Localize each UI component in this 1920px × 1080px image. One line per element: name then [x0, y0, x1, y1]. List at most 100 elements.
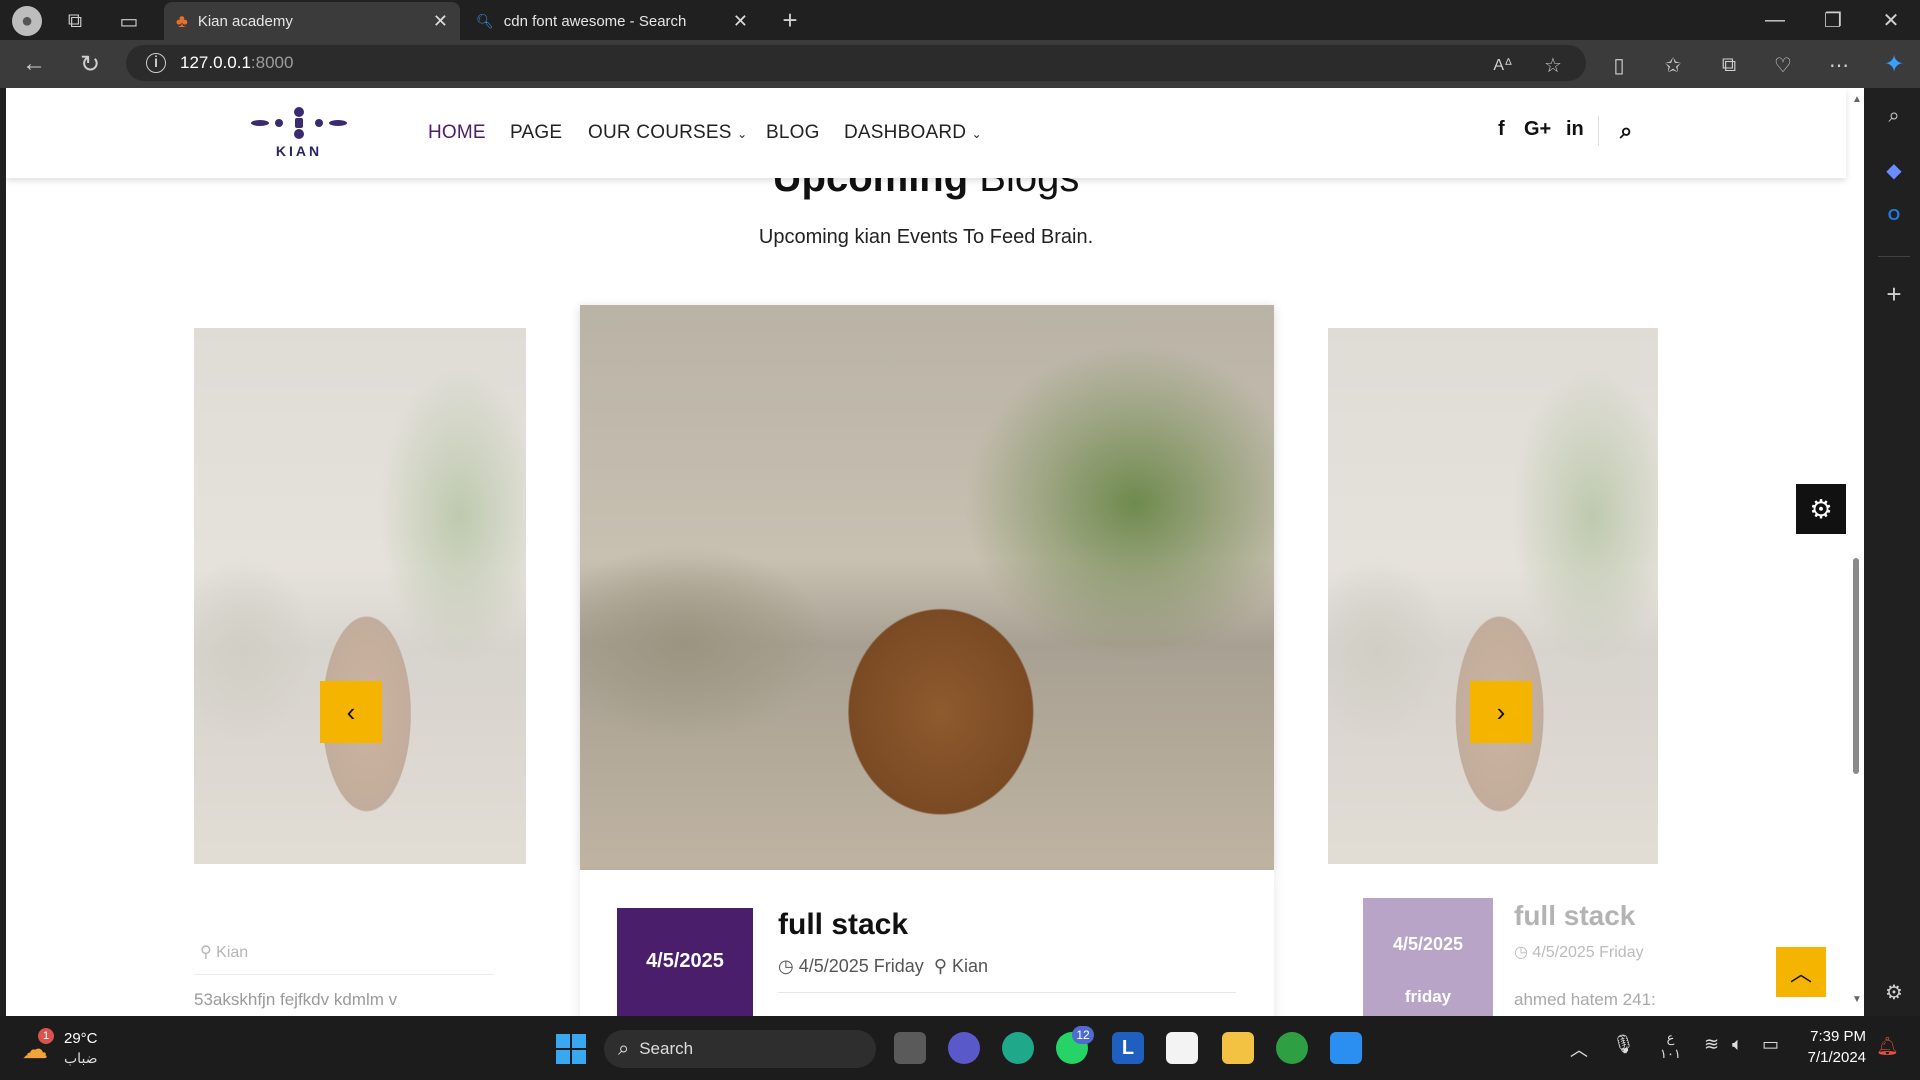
vscode-icon[interactable]: [1330, 1032, 1362, 1064]
language-top: ع: [1666, 1030, 1675, 1045]
center-card-image[interactable]: [580, 305, 1274, 870]
favorite-star-icon[interactable]: ☆: [1540, 52, 1566, 78]
read-aloud-icon[interactable]: Aᐞ: [1490, 52, 1516, 78]
weather-badge: 1: [38, 1028, 54, 1044]
right-card-meta: ◷ 4/5/2025 Friday: [1514, 942, 1644, 962]
google-plus-icon[interactable]: G+: [1524, 118, 1551, 141]
scroll-down-icon[interactable]: ▼: [1852, 994, 1862, 1005]
left-card-location-text: Kian: [216, 944, 249, 961]
close-tab-icon[interactable]: ✕: [433, 11, 448, 32]
site-info-icon[interactable]: i: [146, 53, 166, 73]
store-icon[interactable]: [1166, 1032, 1198, 1064]
battery-icon[interactable]: ▭: [1762, 1034, 1779, 1055]
chevron-down-icon: ⌄: [737, 127, 748, 141]
tray-chevron-up-icon[interactable]: ︿: [1570, 1036, 1588, 1062]
workspaces-icon[interactable]: ⧉: [62, 8, 88, 34]
clock-icon: ◷: [1514, 944, 1528, 961]
left-card-excerpt: 53akskhfjn fejfkdv kdmlm v: [194, 990, 398, 1009]
sidebar-add-icon[interactable]: +: [1880, 279, 1908, 309]
nav-dashboard-label: DASHBOARD: [844, 122, 967, 143]
nav-our-courses[interactable]: OUR COURSES ⌄: [588, 122, 747, 144]
close-tab-icon[interactable]: ✕: [733, 11, 748, 32]
split-screen-icon[interactable]: ▯: [1606, 52, 1632, 78]
tab-actions-icon[interactable]: ▭: [116, 8, 142, 34]
center-card-title[interactable]: full stack: [778, 908, 908, 942]
carousel-next-button[interactable]: ›: [1470, 681, 1532, 743]
language-bottom: ١٠١: [1660, 1046, 1681, 1061]
nav-blog[interactable]: BLOG: [766, 122, 820, 144]
language-indicator[interactable]: ع ١٠١: [1660, 1030, 1681, 1062]
wifi-icon[interactable]: ≋: [1704, 1034, 1719, 1055]
right-card-day: friday: [1404, 987, 1452, 1006]
left-card-location: ⚲ Kian: [200, 944, 249, 961]
volume-icon[interactable]: 🔈︎: [1732, 1034, 1743, 1055]
clock[interactable]: 7:39 PM 7/1/2024: [1800, 1028, 1866, 1066]
blog-photo: [194, 328, 526, 864]
center-card-divider: [778, 992, 1236, 993]
file-explorer-icon[interactable]: [1222, 1032, 1254, 1064]
search-icon: ⌕: [618, 1037, 630, 1060]
browser-essentials-icon[interactable]: ♡: [1770, 52, 1796, 78]
back-to-top-button[interactable]: ︿: [1776, 947, 1826, 997]
kian-logo[interactable]: KIAN: [246, 106, 352, 159]
nav-our-courses-label: OUR COURSES: [588, 122, 732, 143]
task-view-icon[interactable]: [894, 1032, 926, 1064]
meet-chat-icon[interactable]: [948, 1032, 980, 1064]
facebook-icon[interactable]: f: [1498, 118, 1505, 141]
profile-avatar-icon[interactable]: ●: [12, 6, 42, 36]
l-app-icon[interactable]: L: [1112, 1032, 1144, 1064]
clock-time: 7:39 PM: [1810, 1028, 1866, 1045]
copilot-icon[interactable]: ✦: [1878, 48, 1910, 80]
start-button[interactable]: [556, 1034, 586, 1064]
sidebar-settings-icon[interactable]: ⚙: [1880, 978, 1908, 1006]
right-card-title[interactable]: full stack: [1514, 900, 1635, 932]
taskbar-search-label: Search: [639, 1039, 694, 1058]
blog-photo: [1328, 328, 1658, 864]
chevron-down-icon: ⌄: [971, 127, 982, 141]
back-icon[interactable]: ←: [20, 50, 48, 78]
sidebar-search-icon[interactable]: ⌕: [1880, 102, 1908, 130]
close-window-icon[interactable]: ✕: [1876, 6, 1906, 34]
center-card-location: Kian: [952, 956, 989, 976]
windows-taskbar: ☁ 1 29°C ضباب ⌕ Search 12 L ︿ 🎙︎ ع ١٠١ ≋ …: [0, 1016, 1920, 1080]
outlook-icon[interactable]: O: [1880, 202, 1908, 230]
site-navbar: KIAN HOME PAGE OUR COURSES ⌄ BLOG DASHBO…: [6, 88, 1846, 178]
sidebar-copilot-icon[interactable]: ◆: [1880, 156, 1908, 184]
left-card-image[interactable]: [194, 328, 526, 864]
nav-dashboard[interactable]: DASHBOARD ⌄: [844, 122, 982, 144]
nav-page[interactable]: PAGE: [510, 122, 562, 144]
search-favicon-icon: 🔍︎: [476, 12, 494, 29]
edge-icon[interactable]: [1002, 1032, 1034, 1064]
tab-kian-academy[interactable]: ♣ Kian academy ✕: [164, 2, 460, 40]
carousel-mask-left: [6, 328, 194, 1016]
new-tab-icon[interactable]: +: [776, 5, 804, 35]
search-icon[interactable]: ⌕: [1620, 118, 1632, 144]
url-field[interactable]: i 127.0.0.1:8000: [126, 45, 1586, 81]
restore-icon[interactable]: ❐: [1818, 6, 1848, 34]
xbox-icon[interactable]: [1276, 1032, 1308, 1064]
blog-photo: [580, 305, 1274, 870]
tab-search[interactable]: 🔍︎ cdn font awesome - Search ✕: [464, 2, 760, 40]
scrollbar-thumb[interactable]: [1853, 558, 1859, 774]
favorites-icon[interactable]: ✩: [1660, 52, 1686, 78]
address-bar: ← ↻ i 127.0.0.1:8000 Aᐞ ☆ ▯ ✩ ⧉ ♡ ⋯ ✦: [0, 40, 1920, 88]
collections-icon[interactable]: ⧉: [1716, 52, 1742, 78]
more-menu-icon[interactable]: ⋯: [1826, 52, 1852, 78]
left-card-divider: [194, 974, 494, 975]
refresh-icon[interactable]: ↻: [76, 50, 104, 78]
chevron-up-icon: ︿: [1789, 961, 1812, 986]
map-marker-icon: ⚲: [933, 956, 948, 976]
browser-sidebar: ⌕ ◆ O + ⚙: [1868, 88, 1920, 1016]
nav-divider: [1598, 116, 1599, 146]
right-card-image[interactable]: [1328, 328, 1658, 864]
nav-home[interactable]: HOME: [428, 122, 486, 144]
linkedin-icon[interactable]: in: [1566, 118, 1584, 141]
minimize-icon[interactable]: —: [1760, 6, 1790, 34]
page-scrollbar[interactable]: ▲ ▼: [1848, 88, 1864, 1016]
microphone-icon[interactable]: 🎙︎: [1612, 1034, 1635, 1055]
taskbar-search-box[interactable]: ⌕ Search: [604, 1030, 876, 1068]
notification-bell-icon[interactable]: 🔔︎: [1876, 1036, 1899, 1057]
theme-settings-button[interactable]: ⚙: [1796, 484, 1846, 534]
scroll-up-icon[interactable]: ▲: [1852, 94, 1862, 105]
carousel-prev-button[interactable]: ‹: [320, 681, 382, 743]
